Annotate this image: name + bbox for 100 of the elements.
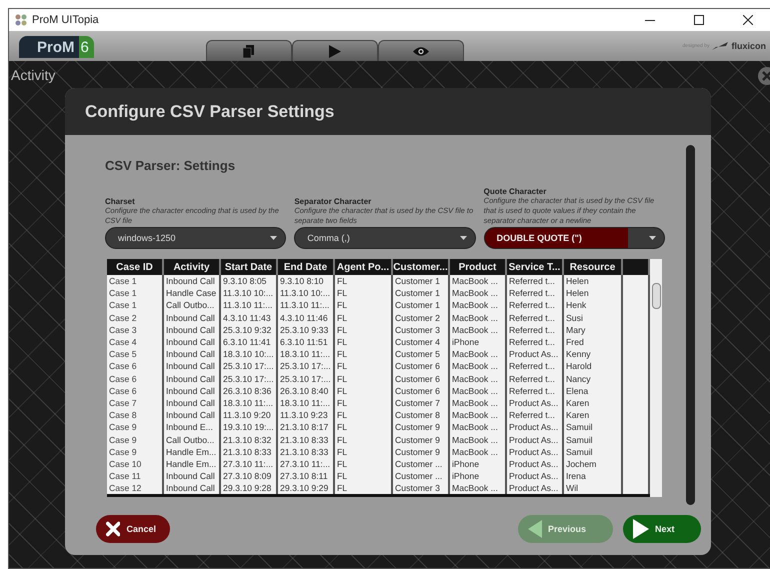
table-cell: 21.3.10 8:17 — [277, 421, 334, 434]
table-cell: Samuil — [563, 421, 622, 434]
panel-label: Activity — [11, 67, 56, 83]
next-button[interactable]: Next — [623, 515, 701, 543]
table-cell: Case 9 — [107, 421, 163, 434]
table-cell: FL — [334, 372, 392, 385]
table-cell: Case 6 — [107, 372, 163, 385]
table-cell: MacBook ... — [449, 421, 506, 434]
field-label: Quote Character — [484, 187, 548, 196]
table-cell: Irena — [563, 470, 622, 482]
table-cell: 25.3.10 17:... — [277, 372, 334, 385]
table-cell: 29.3.10 9:28 — [220, 482, 277, 494]
table-cell: 11.3.10 9:20 — [220, 409, 277, 422]
column-header[interactable]: Customer... — [392, 259, 449, 275]
table-cell: Inbound Call — [163, 482, 220, 494]
table-cell: Customer 4 — [392, 336, 449, 348]
table-cell: Inbound Call — [163, 396, 220, 410]
table-cell: 25.3.10 17:... — [220, 372, 277, 385]
table-cell: 25.3.10 17:... — [277, 360, 334, 372]
table-cell: Customer 6 — [392, 360, 449, 372]
table-cell: 27.3.10 8:09 — [220, 470, 277, 482]
table-cell: FL — [334, 275, 392, 288]
table-cell: Product As... — [506, 482, 563, 494]
table-cell: Susi — [563, 312, 622, 324]
table-cell: Case 6 — [107, 384, 163, 397]
table-cell: Customer ... — [392, 470, 449, 482]
table-cell: Referred t... — [506, 360, 563, 372]
table-cell: 11.3.10 10:... — [220, 287, 277, 300]
table-cell: Referred t... — [506, 275, 563, 288]
table-cell: MacBook ... — [449, 372, 506, 385]
table-cell: 27.3.10 11:... — [220, 458, 277, 470]
table-cell: FL — [334, 299, 392, 312]
table-cell: Helen — [563, 275, 622, 288]
table-cell: Henk — [563, 299, 622, 312]
table-cell: Referred t... — [506, 336, 563, 348]
table-cell: Inbound Call — [163, 360, 220, 372]
table-cell: Customer 1 — [392, 299, 449, 312]
table-cell: Inbound Call — [163, 372, 220, 385]
table-cell: 29.3.10 9:29 — [277, 482, 334, 494]
toolbar-tab[interactable] — [206, 40, 292, 61]
table-cell: Customer ... — [392, 458, 449, 470]
table-cell: MacBook ... — [449, 348, 506, 360]
table-cell: 21.3.10 8:32 — [220, 433, 277, 446]
table-cell: 25.3.10 9:32 — [220, 324, 277, 336]
column-header[interactable]: Start Date — [220, 259, 277, 275]
column-header[interactable]: Agent Po... — [334, 259, 392, 275]
scrollbar-thumb[interactable] — [652, 283, 661, 309]
table-cell: Case 1 — [107, 287, 163, 300]
table-cell: Inbound Call — [163, 384, 220, 397]
table-cell: Referred t... — [506, 372, 563, 385]
caret-icon — [270, 236, 278, 240]
dropdown[interactable]: DOUBLE QUOTE (") — [484, 227, 665, 249]
table-cell: Product As... — [506, 348, 563, 360]
table-cell: Wil — [563, 482, 622, 494]
table-cell: MacBook ... — [449, 396, 506, 410]
table-cell: Customer 1 — [392, 287, 449, 300]
table-cell: 9.3.10 8:10 — [277, 275, 334, 288]
table-cell: Samuil — [563, 433, 622, 446]
toolbar-tab[interactable] — [378, 40, 464, 61]
table-cell: Product As... — [506, 470, 563, 482]
table-cell: FL — [334, 433, 392, 446]
cancel-button[interactable]: Cancel — [96, 515, 170, 543]
table-cell: FL — [334, 360, 392, 372]
close-icon[interactable] — [743, 15, 753, 25]
left-arrow-icon — [528, 520, 542, 538]
table-cell: 21.3.10 8:33 — [220, 446, 277, 458]
table-cell: Referred t... — [506, 299, 563, 312]
table-cell: Handle Case — [163, 287, 220, 300]
table-cell: Referred t... — [506, 287, 563, 300]
table-cell: 11.3.10 11:... — [277, 299, 334, 312]
table-cell: Inbound Call — [163, 312, 220, 324]
table-cell: Case 7 — [107, 396, 163, 410]
table-cell: Case 6 — [107, 360, 163, 372]
table-cell: FL — [334, 458, 392, 470]
table-cell: 6.3.10 11:51 — [277, 336, 334, 348]
maximize-icon[interactable] — [694, 15, 704, 25]
table-cell: 21.3.10 8:33 — [277, 446, 334, 458]
window-title: ProM UITopia — [32, 14, 100, 26]
column-header[interactable]: Service T... — [506, 259, 563, 275]
column-header[interactable]: Product — [449, 259, 506, 275]
dropdown[interactable]: windows-1250 — [105, 227, 286, 249]
column-header[interactable]: Resource — [563, 259, 622, 275]
table-cell: Case 9 — [107, 433, 163, 446]
table-cell: Customer 6 — [392, 372, 449, 385]
table-cell: Jochem — [563, 458, 622, 470]
table-cell: MacBook ... — [449, 324, 506, 336]
table-cell: 26.3.10 8:36 — [220, 384, 277, 397]
table-cell: 18.3.10 11:... — [220, 396, 277, 410]
column-header[interactable]: End Date — [277, 259, 334, 275]
field-label: Separator Character — [294, 197, 372, 206]
table-cell: Product As... — [506, 458, 563, 470]
scrollbar[interactable] — [686, 145, 695, 505]
table-cell: MacBook ... — [449, 299, 506, 312]
dropdown[interactable]: Comma (,) — [294, 227, 476, 249]
column-header[interactable]: Activity — [163, 259, 220, 275]
table-cell: Elena — [563, 384, 622, 397]
table-cell: iPhone — [449, 470, 506, 482]
table-cell: 11.3.10 9:23 — [277, 409, 334, 422]
column-header[interactable]: Case ID — [107, 259, 163, 275]
toolbar-tab[interactable] — [292, 40, 378, 61]
